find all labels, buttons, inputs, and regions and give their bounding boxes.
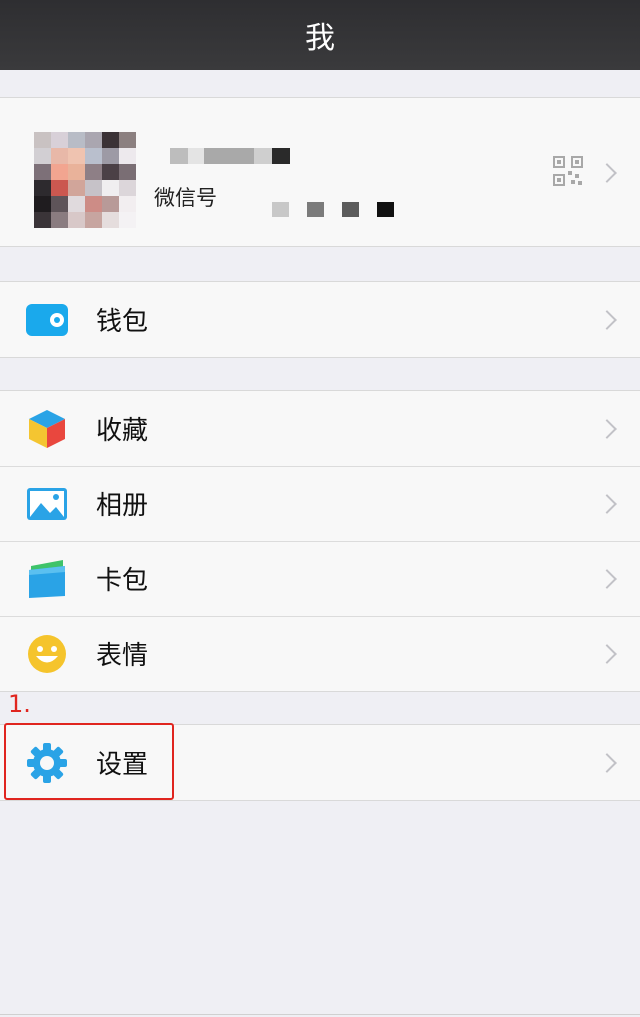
wallet-group: 钱包 — [0, 281, 640, 358]
step-annotation: 1. — [8, 690, 31, 718]
card-wallet-icon — [26, 558, 68, 600]
favorites-cube-icon — [26, 408, 68, 450]
chevron-right-icon — [597, 568, 617, 589]
chevron-right-icon — [597, 493, 617, 514]
qr-code-icon[interactable] — [553, 156, 583, 186]
wechat-id-label: 微信号 — [154, 186, 217, 210]
menu-item-label: 卡包 — [96, 566, 149, 596]
photo-album-icon — [26, 483, 68, 525]
menu-item-cards[interactable]: 卡包 — [0, 541, 640, 616]
chevron-right-icon — [597, 752, 617, 773]
nickname-redacted — [170, 148, 290, 164]
menu-item-settings[interactable]: 设置 — [0, 725, 640, 800]
divider — [0, 1014, 640, 1015]
collections-group: 收藏 相册 卡包 表情 — [0, 390, 640, 692]
settings-group: 设置 — [0, 724, 640, 801]
menu-item-album[interactable]: 相册 — [0, 466, 640, 541]
navigation-bar: 我 — [0, 0, 640, 70]
menu-item-label: 设置 — [96, 750, 149, 780]
wallet-icon — [26, 303, 68, 336]
gear-icon — [26, 742, 68, 784]
menu-item-wallet[interactable]: 钱包 — [0, 282, 640, 357]
menu-item-label: 相册 — [96, 491, 149, 521]
menu-item-label: 钱包 — [96, 307, 149, 337]
profile-card[interactable]: 微信号 — [0, 97, 640, 247]
menu-item-label: 收藏 — [96, 416, 149, 446]
menu-item-label: 表情 — [96, 641, 149, 671]
avatar — [34, 132, 136, 228]
chevron-right-icon — [597, 643, 617, 664]
menu-item-stickers[interactable]: 表情 — [0, 616, 640, 691]
chevron-right-icon — [597, 309, 617, 330]
smiley-face-icon — [26, 633, 68, 675]
wechat-id-redacted — [272, 202, 394, 217]
menu-item-favorites[interactable]: 收藏 — [0, 391, 640, 466]
chevron-right-icon — [597, 163, 617, 183]
page-title: 我 — [305, 21, 335, 56]
chevron-right-icon — [597, 418, 617, 439]
